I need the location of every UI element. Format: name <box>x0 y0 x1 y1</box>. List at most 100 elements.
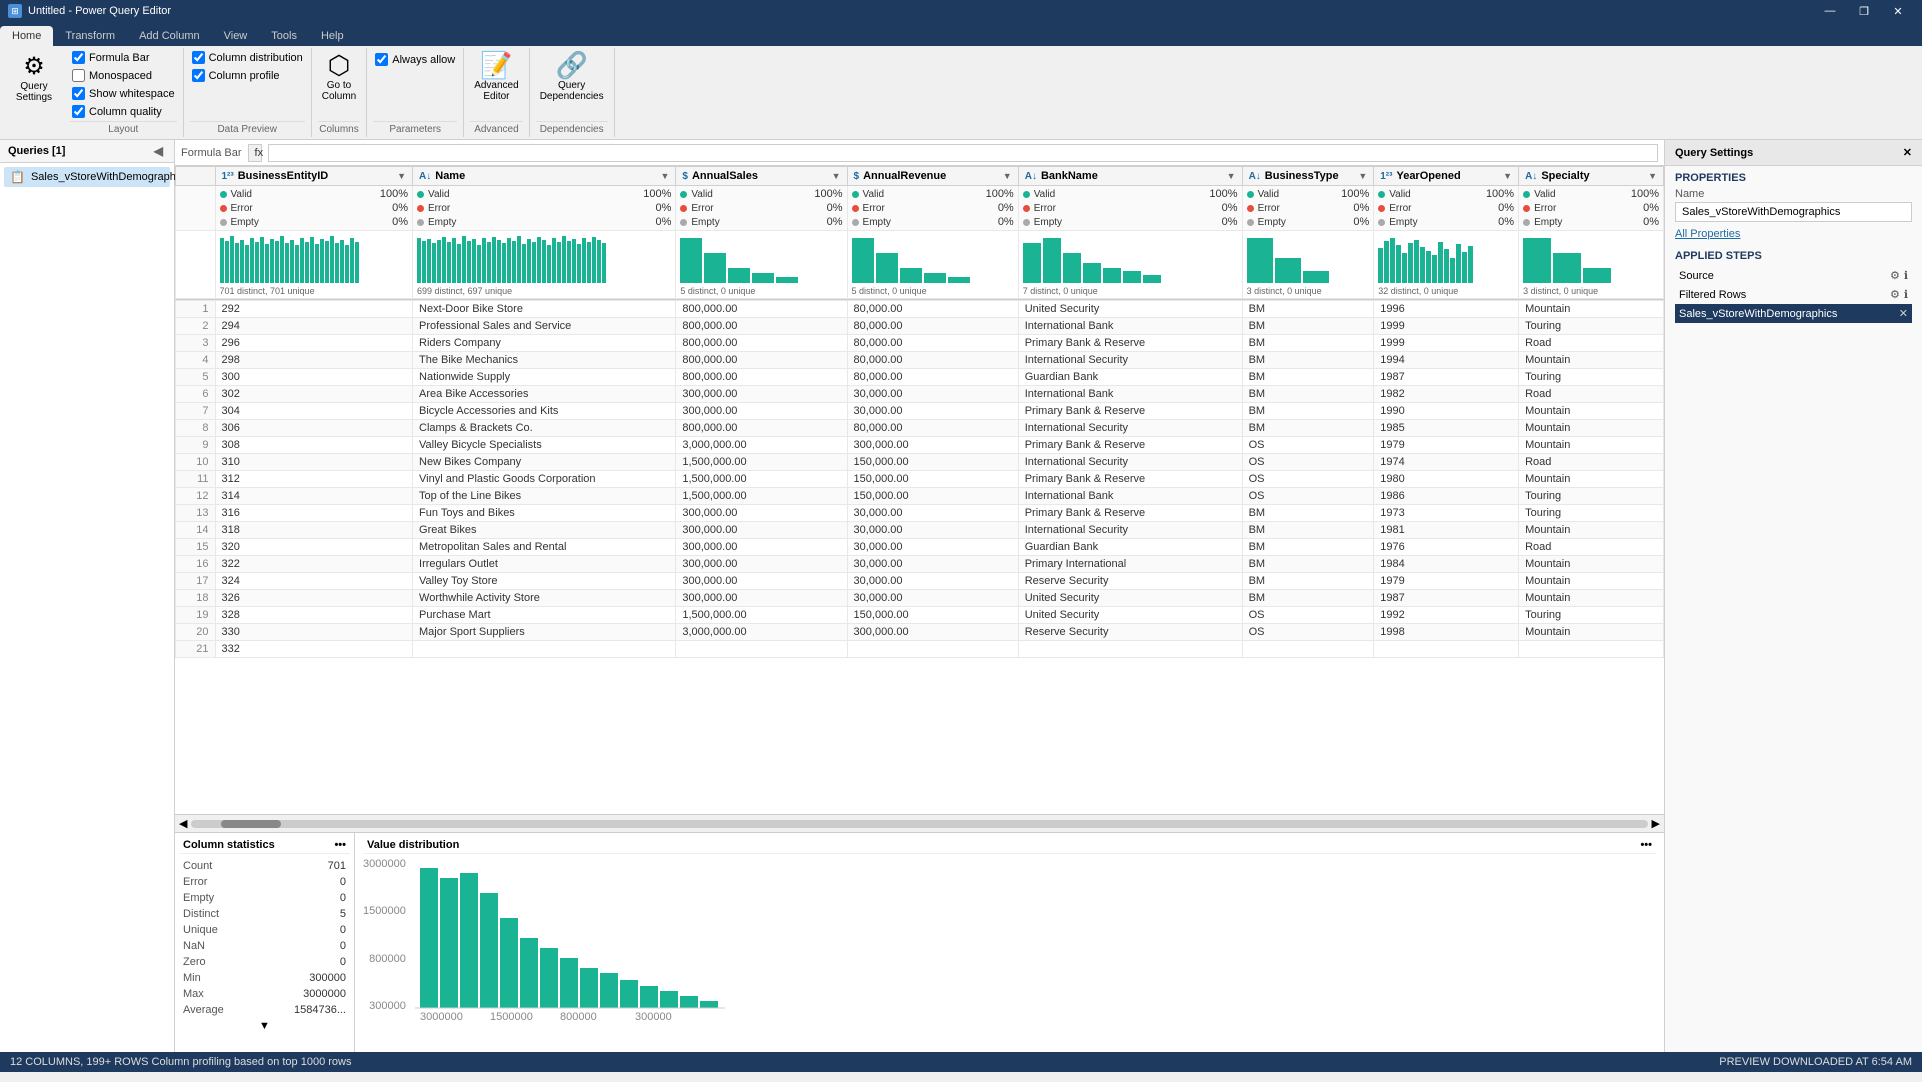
queries-collapse-btn[interactable]: ◀ <box>151 144 166 158</box>
table-row[interactable]: 2294Professional Sales and Service800,00… <box>176 318 1664 335</box>
all-properties-link[interactable]: All Properties <box>1675 228 1912 240</box>
data-cell: Touring <box>1519 488 1664 505</box>
col-filter-businessentityid[interactable]: ▼ <box>397 171 406 181</box>
table-row[interactable]: 3296Riders Company800,000.0080,000.00Pri… <box>176 335 1664 352</box>
always-allow-checkbox[interactable]: Always allow <box>373 52 457 67</box>
formula-bar-text: Formula Bar <box>181 147 242 159</box>
always-allow-check[interactable] <box>375 53 388 66</box>
table-row[interactable]: 9308Valley Bicycle Specialists3,000,000.… <box>176 437 1664 454</box>
tab-add-column[interactable]: Add Column <box>127 26 212 46</box>
formula-bar-checkbox[interactable]: Formula Bar <box>70 50 177 65</box>
column-quality-check[interactable] <box>72 105 85 118</box>
tab-view[interactable]: View <box>212 26 260 46</box>
table-row[interactable]: 20330Major Sport Suppliers3,000,000.0030… <box>176 624 1664 641</box>
data-table-container[interactable]: 1292Next-Door Bike Store800,000.0080,000… <box>175 300 1664 814</box>
formula-input[interactable] <box>268 144 1658 162</box>
show-whitespace-check[interactable] <box>72 87 85 100</box>
table-row[interactable]: 19328Purchase Mart1,500,000.00150,000.00… <box>176 607 1664 624</box>
formula-bar-check[interactable] <box>72 51 85 64</box>
maximize-btn[interactable]: ❐ <box>1848 0 1880 22</box>
table-row[interactable]: 7304Bicycle Accessories and Kits300,000.… <box>176 403 1664 420</box>
data-cell: 1979 <box>1374 437 1519 454</box>
right-panel-close-btn[interactable]: ✕ <box>1903 146 1912 159</box>
table-row[interactable]: 17324Valley Toy Store300,000.0030,000.00… <box>176 573 1664 590</box>
step-source[interactable]: Source ⚙ ℹ <box>1675 266 1912 285</box>
data-preview-group: Column distribution Column profile Data … <box>184 48 312 137</box>
stat-max: Max 3000000 <box>179 986 350 1002</box>
table-row[interactable]: 6302Area Bike Accessories300,000.0030,00… <box>176 386 1664 403</box>
col-filter-annualrevenue[interactable]: ▼ <box>1003 171 1012 181</box>
column-statistics-menu[interactable]: ••• <box>334 839 346 851</box>
column-quality-checkbox[interactable]: Column quality <box>70 104 177 119</box>
table-row[interactable]: 16322Irregulars Outlet300,000.0030,000.0… <box>176 556 1664 573</box>
query-settings-button[interactable]: ⚙ QuerySettings <box>4 48 64 137</box>
table-row[interactable]: 18326Worthwhile Activity Store300,000.00… <box>176 590 1664 607</box>
show-whitespace-checkbox[interactable]: Show whitespace <box>70 86 177 101</box>
scroll-right-btn[interactable]: ▶ <box>1652 817 1660 830</box>
row-number-cell: 15 <box>176 539 216 556</box>
tab-home[interactable]: Home <box>0 26 53 46</box>
scroll-track[interactable] <box>191 820 1647 828</box>
query-item-sales[interactable]: 📋 Sales_vStoreWithDemographics <box>4 167 170 187</box>
scroll-left-btn[interactable]: ◀ <box>179 817 187 830</box>
data-cell: 300,000.00 <box>676 403 847 420</box>
col-filter-bankname[interactable]: ▼ <box>1227 171 1236 181</box>
monospaced-check[interactable] <box>72 69 85 82</box>
step-sales-delete[interactable]: ✕ <box>1899 307 1908 320</box>
table-row[interactable]: 15320Metropolitan Sales and Rental300,00… <box>176 539 1664 556</box>
data-cell: 306 <box>215 420 413 437</box>
stat-distinct-label: Distinct <box>183 908 219 920</box>
advanced-editor-button[interactable]: 📝 AdvancedEditor <box>470 50 522 104</box>
quality-empty-name: Empty 0% <box>417 215 671 229</box>
table-row[interactable]: 13316Fun Toys and Bikes300,000.0030,000.… <box>176 505 1664 522</box>
table-row[interactable]: 4298The Bike Mechanics800,000.0080,000.0… <box>176 352 1664 369</box>
close-btn[interactable]: ✕ <box>1882 0 1914 22</box>
horizontal-scroll-bar[interactable]: ◀ ▶ <box>175 814 1664 832</box>
table-row[interactable]: 1292Next-Door Bike Store800,000.0080,000… <box>176 301 1664 318</box>
stat-empty-value: 0 <box>340 892 346 904</box>
col-filter-businesstype[interactable]: ▼ <box>1358 171 1367 181</box>
minimize-btn[interactable]: — <box>1814 0 1846 22</box>
stat-count: Count 701 <box>179 858 350 874</box>
table-row[interactable]: 8306Clamps & Brackets Co.800,000.0080,00… <box>176 420 1664 437</box>
always-allow-label: Always allow <box>392 54 455 66</box>
value-distribution-menu[interactable]: ••• <box>1640 839 1652 851</box>
dist-chart-bankname <box>1023 233 1183 283</box>
col-header-businesstype: A↓BusinessType ▼ <box>1242 167 1374 186</box>
col-filter-annualsales[interactable]: ▼ <box>832 171 841 181</box>
query-dependencies-button[interactable]: 🔗 QueryDependencies <box>536 50 608 104</box>
stats-expand-btn[interactable]: ▼ <box>179 1018 350 1034</box>
step-sales-active[interactable]: Sales_vStoreWithDemographics ✕ <box>1675 304 1912 323</box>
col-filter-specialty[interactable]: ▼ <box>1648 171 1657 181</box>
col-profile-check[interactable] <box>192 69 205 82</box>
step-source-gear[interactable]: ⚙ <box>1890 269 1900 282</box>
step-filtered-rows[interactable]: Filtered Rows ⚙ ℹ <box>1675 285 1912 304</box>
col-distribution-check[interactable] <box>192 51 205 64</box>
data-cell: 3,000,000.00 <box>676 624 847 641</box>
monospaced-checkbox[interactable]: Monospaced <box>70 68 177 83</box>
table-row[interactable]: 10310New Bikes Company1,500,000.00150,00… <box>176 454 1664 471</box>
step-filtered-rows-info[interactable]: ℹ <box>1904 288 1908 301</box>
tab-transform[interactable]: Transform <box>53 26 127 46</box>
col-profile-checkbox[interactable]: Column profile <box>190 68 305 83</box>
step-source-info[interactable]: ℹ <box>1904 269 1908 282</box>
tab-help[interactable]: Help <box>309 26 356 46</box>
query-name-input[interactable] <box>1675 202 1912 222</box>
table-row[interactable]: 11312Vinyl and Plastic Goods Corporation… <box>176 471 1664 488</box>
data-cell: BM <box>1242 386 1374 403</box>
status-bar: 12 COLUMNS, 199+ ROWS Column profiling b… <box>0 1052 1922 1072</box>
table-row[interactable]: 5300Nationwide Supply800,000.0080,000.00… <box>176 369 1664 386</box>
col-filter-yearopened[interactable]: ▼ <box>1503 171 1512 181</box>
table-row[interactable]: 21332 <box>176 641 1664 658</box>
dist-chart-businessentityid <box>220 233 360 283</box>
go-to-column-button[interactable]: ⬡ Go toColumn <box>318 50 360 104</box>
col-filter-name[interactable]: ▼ <box>660 171 669 181</box>
col-type-yearopened: 1²³ <box>1380 171 1392 182</box>
data-cell: Nationwide Supply <box>413 369 676 386</box>
row-number-cell: 11 <box>176 471 216 488</box>
col-distribution-checkbox[interactable]: Column distribution <box>190 50 305 65</box>
tab-tools[interactable]: Tools <box>259 26 309 46</box>
table-row[interactable]: 12314Top of the Line Bikes1,500,000.0015… <box>176 488 1664 505</box>
step-filtered-rows-gear[interactable]: ⚙ <box>1890 288 1900 301</box>
table-row[interactable]: 14318Great Bikes300,000.0030,000.00Inter… <box>176 522 1664 539</box>
